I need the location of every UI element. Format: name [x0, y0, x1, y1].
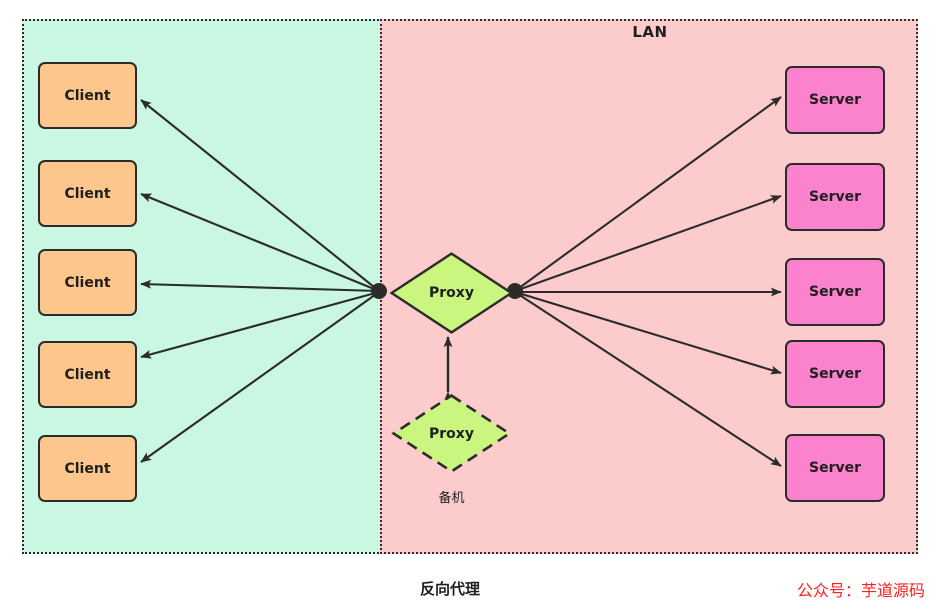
server-node[interactable]: Server	[785, 66, 885, 134]
client-node[interactable]: Client	[38, 341, 137, 408]
client-node-label: Client	[64, 87, 111, 104]
proxy-backup-caption: 备机	[438, 491, 465, 506]
server-node-label: Server	[808, 366, 861, 382]
watermark-text: 公众号：芋道源码	[796, 581, 925, 600]
diamond-shape	[389, 252, 514, 334]
lan-zone-label: LAN	[632, 23, 668, 41]
server-node-label: Server	[808, 460, 861, 476]
client-node-label: Client	[64, 366, 111, 383]
server-node[interactable]: Server	[785, 258, 885, 326]
proxy-backup-node[interactable]: Proxy	[391, 394, 512, 473]
client-node-label: Client	[64, 185, 111, 202]
diamond-shape-dashed	[391, 394, 512, 473]
client-node-label: Client	[64, 274, 111, 291]
server-node-label: Server	[808, 92, 861, 108]
client-node[interactable]: Client	[38, 160, 137, 227]
diagram-canvas: LAN Client Client Client Client Client S…	[0, 0, 941, 611]
client-node[interactable]: Client	[38, 435, 137, 502]
client-node-label: Client	[64, 460, 111, 477]
server-node[interactable]: Server	[785, 434, 885, 502]
server-node-label: Server	[808, 284, 861, 300]
client-node[interactable]: Client	[38, 62, 137, 129]
client-node[interactable]: Client	[38, 249, 137, 316]
proxy-main-node[interactable]: Proxy	[389, 252, 514, 334]
diagram-caption: 反向代理	[419, 580, 480, 598]
server-node-label: Server	[808, 189, 861, 205]
server-node[interactable]: Server	[785, 163, 885, 231]
server-node[interactable]: Server	[785, 340, 885, 408]
